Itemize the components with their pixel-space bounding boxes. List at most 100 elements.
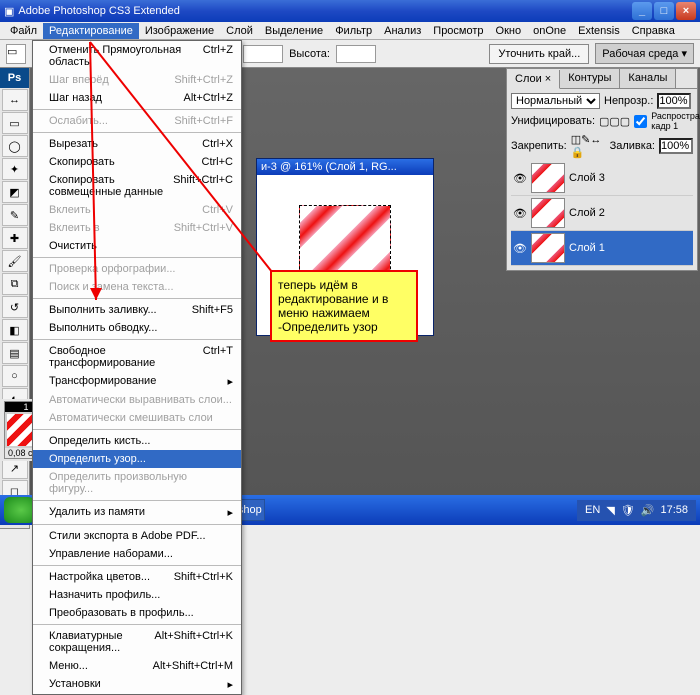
refine-edge-button[interactable]: Уточнить край...	[489, 44, 589, 64]
layer-row[interactable]: 👁 Слой 2	[511, 196, 693, 231]
layer-row[interactable]: 👁 Слой 3	[511, 161, 693, 196]
menu-слой[interactable]: Слой	[220, 23, 259, 39]
layer-thumbnail[interactable]	[531, 198, 565, 228]
visibility-icon[interactable]: 👁	[513, 242, 527, 255]
menu-item[interactable]: Назначить профиль...	[33, 586, 241, 604]
fill-input[interactable]	[659, 138, 693, 154]
tray-icon[interactable]: ◥	[606, 504, 614, 517]
visibility-icon[interactable]: 👁	[513, 172, 527, 185]
history-brush-tool[interactable]: ↺	[2, 296, 28, 318]
panel-tab[interactable]: Слои ×	[507, 70, 560, 89]
panel-tab[interactable]: Контуры	[560, 69, 620, 88]
window-controls: _ □ ×	[632, 2, 696, 20]
blend-mode-select[interactable]: Нормальный	[511, 93, 600, 109]
unify-label: Унифицировать:	[511, 115, 595, 127]
height-input[interactable]	[336, 45, 376, 63]
annotation-box: теперь идём в редактирование и в меню на…	[270, 270, 418, 342]
visibility-icon[interactable]: 👁	[513, 207, 527, 220]
layer-name: Слой 2	[569, 207, 605, 219]
layer-row[interactable]: 👁Слой 1	[511, 231, 693, 266]
clock[interactable]: 17:58	[660, 504, 688, 516]
maximize-button[interactable]: □	[654, 2, 674, 20]
menu-item[interactable]: СкопироватьCtrl+C	[33, 153, 241, 171]
unify-icon[interactable]: ▢▢▢	[599, 115, 630, 128]
eraser-tool[interactable]: ◧	[2, 319, 28, 341]
workspace-switcher[interactable]: Рабочая среда ▾	[595, 43, 694, 64]
menu-item: Автоматически смешивать слои	[33, 409, 241, 427]
height-label: Высота:	[289, 48, 330, 60]
menu-item[interactable]: Определить узор...	[33, 450, 241, 468]
menu-item[interactable]: Скопировать совмещенные данныеShift+Ctrl…	[33, 171, 241, 201]
lang-indicator[interactable]: EN	[585, 504, 600, 516]
menu-справка[interactable]: Справка	[626, 23, 681, 39]
app-logo-icon[interactable]: Ps	[0, 68, 29, 88]
stamp-tool[interactable]: ⧉	[2, 273, 28, 295]
menu-item[interactable]: Выполнить заливку...Shift+F5	[33, 301, 241, 319]
menu-item[interactable]: Установки▸	[33, 675, 241, 694]
gradient-tool[interactable]: ▤	[2, 342, 28, 364]
tray-icon[interactable]: 🛡	[621, 504, 635, 517]
menu-item[interactable]: ВырезатьCtrl+X	[33, 135, 241, 153]
menu-extensis[interactable]: Extensis	[572, 23, 626, 39]
menu-выделение[interactable]: Выделение	[259, 23, 329, 39]
menu-редактирование[interactable]: Редактирование	[43, 23, 139, 39]
move-tool[interactable]: ↔	[2, 89, 28, 111]
menu-item[interactable]: Отменить Прямоугольная областьCtrl+Z	[33, 41, 241, 71]
menu-item[interactable]: Настройка цветов...Shift+Ctrl+K	[33, 568, 241, 586]
menu-просмотр[interactable]: Просмотр	[427, 23, 489, 39]
menu-item[interactable]: Шаг назадAlt+Ctrl+Z	[33, 89, 241, 107]
wand-tool[interactable]: ✦	[2, 158, 28, 180]
panel-tab[interactable]: Каналы	[620, 69, 676, 88]
close-button[interactable]: ×	[676, 2, 696, 20]
menu-item[interactable]: Стили экспорта в Adobe PDF...	[33, 527, 241, 545]
menu-item: Ослабить...Shift+Ctrl+F	[33, 112, 241, 130]
menu-item[interactable]: Очистить	[33, 237, 241, 255]
blur-tool[interactable]: ○	[2, 365, 28, 387]
menu-item[interactable]: Свободное трансформированиеCtrl+T	[33, 342, 241, 372]
layer-thumbnail[interactable]	[531, 233, 565, 263]
tray-icon[interactable]: 🔊	[641, 504, 655, 517]
menu-onone[interactable]: onOne	[527, 23, 572, 39]
system-tray: EN ◥ 🛡 🔊 17:58	[577, 500, 696, 521]
app-icon: ▣	[4, 5, 14, 18]
menu-item: Поиск и замена текста...	[33, 278, 241, 296]
lock-icons[interactable]: ◫✎↔🔒	[571, 133, 602, 159]
menu-item: Автоматически выравнивать слои...	[33, 391, 241, 409]
app-title: Adobe Photoshop CS3 Extended	[18, 5, 179, 17]
menu-item: Проверка орфографии...	[33, 260, 241, 278]
layer-name: Слой 3	[569, 172, 605, 184]
menu-item[interactable]: Клавиатурные сокращения...Alt+Shift+Ctrl…	[33, 627, 241, 657]
brush-tool[interactable]: 🖌	[2, 250, 28, 272]
menu-item[interactable]: Определить кисть...	[33, 432, 241, 450]
menu-анализ[interactable]: Анализ	[378, 23, 427, 39]
menu-item[interactable]: Трансформирование▸	[33, 372, 241, 391]
crop-tool[interactable]: ◩	[2, 181, 28, 203]
opacity-label: Непрозр.:	[604, 95, 653, 107]
lasso-tool[interactable]: ◯	[2, 135, 28, 157]
minimize-button[interactable]: _	[632, 2, 652, 20]
menu-item[interactable]: Выполнить обводку...	[33, 319, 241, 337]
menu-item[interactable]: Удалить из памяти▸	[33, 503, 241, 522]
heal-tool[interactable]: ✚	[2, 227, 28, 249]
menu-изображение[interactable]: Изображение	[139, 23, 220, 39]
menu-item[interactable]: Меню...Alt+Shift+Ctrl+M	[33, 657, 241, 675]
menu-файл[interactable]: Файл	[4, 23, 43, 39]
opacity-input[interactable]	[657, 93, 691, 109]
menu-окно[interactable]: Окно	[490, 23, 528, 39]
propagate-checkbox[interactable]	[634, 115, 647, 128]
menu-item: Определить произвольную фигуру...	[33, 468, 241, 498]
menu-item[interactable]: Управление наборами...	[33, 545, 241, 563]
propagate-label: Распространить кадр 1	[651, 111, 700, 131]
marquee-tool[interactable]: ▭	[2, 112, 28, 134]
layer-thumbnail[interactable]	[531, 163, 565, 193]
layer-list: 👁 Слой 3 👁 Слой 2 👁Слой 1	[511, 161, 693, 266]
menu-item: ВклеитьCtrl+V	[33, 201, 241, 219]
eyedropper-tool[interactable]: ✎	[2, 204, 28, 226]
menu-фильтр[interactable]: Фильтр	[329, 23, 378, 39]
document-title: и-3 @ 161% (Слой 1, RG...	[257, 159, 433, 175]
titlebar: ▣ Adobe Photoshop CS3 Extended _ □ ×	[0, 0, 700, 22]
marquee-tool-icon[interactable]: ▭	[6, 44, 26, 64]
panel-tabs: Слои ×КонтурыКаналы	[507, 69, 697, 89]
width-input[interactable]	[243, 45, 283, 63]
menu-item[interactable]: Преобразовать в профиль...	[33, 604, 241, 622]
